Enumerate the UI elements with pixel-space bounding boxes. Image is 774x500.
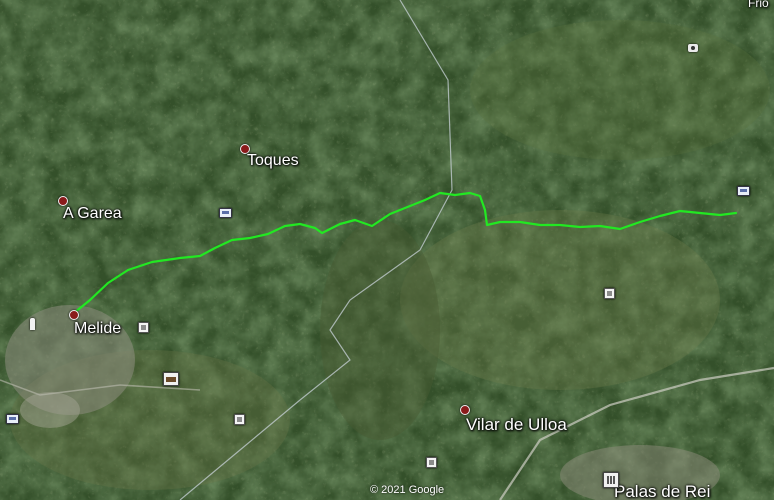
place-label-vilar-de-ulloa[interactable]: Vilar de Ulloa	[466, 415, 567, 435]
museum-icon[interactable]	[603, 472, 619, 488]
place-melide[interactable]	[69, 310, 79, 320]
place-vilar-de-ulloa[interactable]	[460, 405, 470, 415]
landmark-icon[interactable]	[138, 322, 149, 333]
satellite-map[interactable]: Toques A Garea Melide Vilar de Ulloa Pal…	[0, 0, 774, 500]
landmark-icon[interactable]	[604, 288, 615, 299]
place-label-a-garea[interactable]: A Garea	[63, 205, 122, 223]
landmark-icon[interactable]	[426, 457, 437, 468]
landmark-icon[interactable]	[234, 414, 245, 425]
route-line[interactable]	[72, 191, 738, 315]
place-label-toques[interactable]: Toques	[247, 152, 299, 170]
place-label-frio[interactable]: Frio	[748, 0, 769, 10]
place-label-palas-de-rei[interactable]: Palas de Rei	[614, 482, 710, 500]
lodging-icon[interactable]	[737, 186, 750, 196]
copyright-notice: © 2021 Google	[370, 484, 445, 496]
lodging-icon[interactable]	[219, 208, 232, 218]
place-label-melide[interactable]: Melide	[74, 320, 121, 338]
camera-icon[interactable]	[688, 44, 698, 52]
place-pin-icon	[460, 405, 470, 415]
route-overlay	[72, 191, 738, 315]
lodging-icon[interactable]	[6, 414, 19, 424]
place-pin-icon	[69, 310, 79, 320]
factory-icon[interactable]	[163, 372, 179, 386]
church-icon[interactable]	[30, 318, 35, 330]
